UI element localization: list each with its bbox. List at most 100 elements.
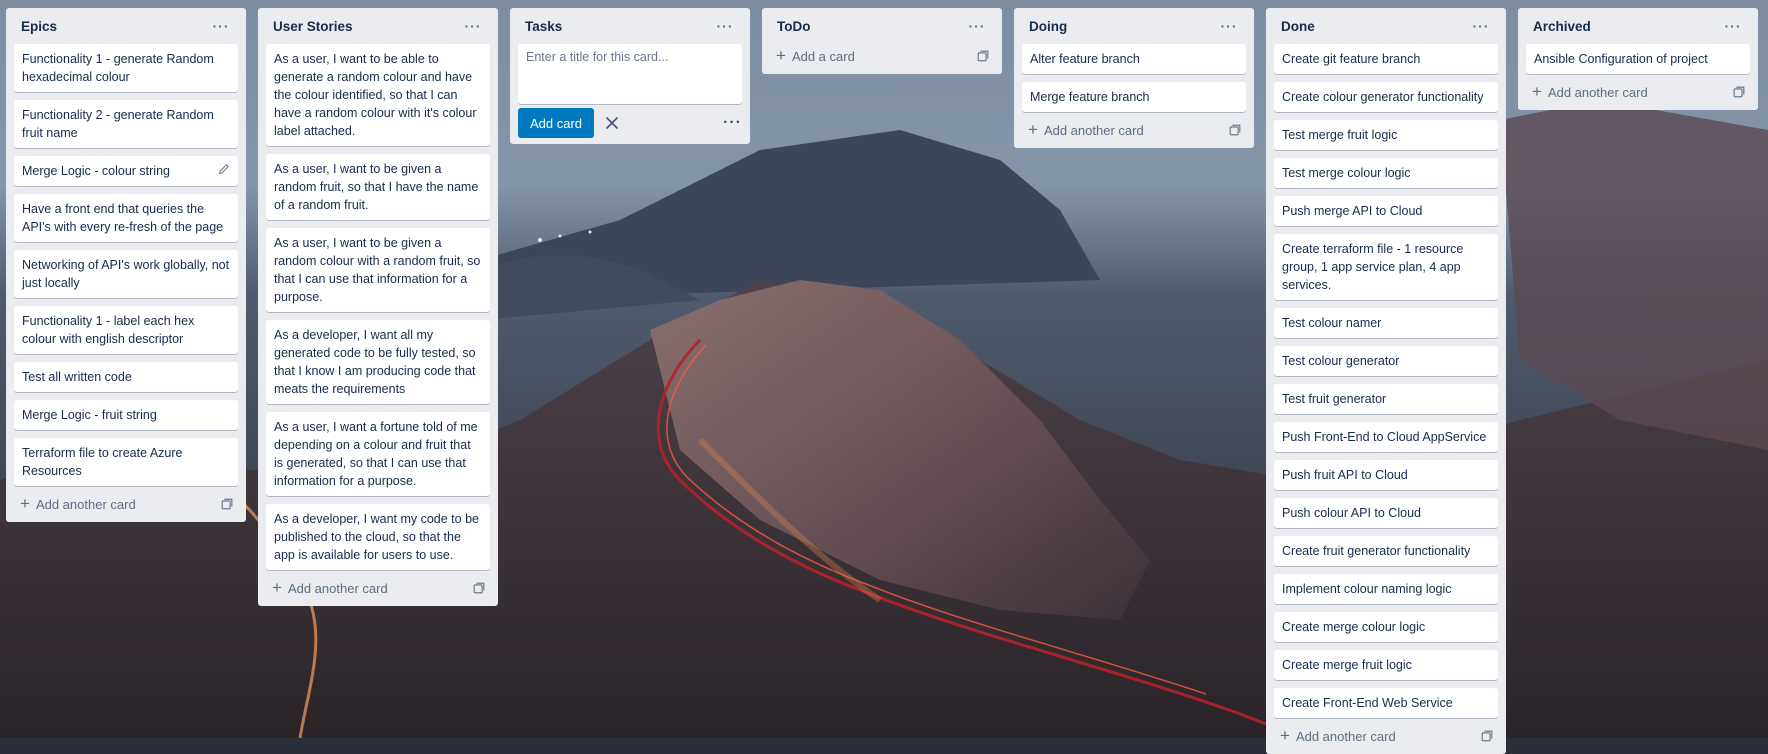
card-list: Ansible Configuration of project bbox=[1526, 44, 1750, 74]
ellipsis-icon[interactable]: ··· bbox=[1218, 16, 1240, 36]
card-template-icon[interactable] bbox=[1732, 85, 1746, 99]
add-card-label: Add a card bbox=[791, 48, 855, 64]
card[interactable]: Functionality 1 - generate Random hexade… bbox=[14, 44, 238, 92]
ellipsis-icon[interactable]: ··· bbox=[210, 16, 232, 36]
card[interactable]: Ansible Configuration of project bbox=[1526, 44, 1750, 74]
list-done: Done ··· Create git feature branch Creat… bbox=[1266, 8, 1506, 754]
card[interactable]: Merge feature branch bbox=[1022, 82, 1246, 112]
card[interactable]: Push merge API to Cloud bbox=[1274, 196, 1498, 226]
add-card-row: + Add another card bbox=[1274, 718, 1498, 754]
card[interactable]: Test merge colour logic bbox=[1274, 158, 1498, 188]
add-card-submit-button[interactable]: Add card bbox=[518, 108, 595, 138]
card-composer bbox=[518, 44, 742, 104]
add-card-button[interactable]: + Add a card bbox=[776, 46, 855, 65]
card[interactable]: Functionality 2 - generate Random fruit … bbox=[14, 100, 238, 148]
list-todo: ToDo ··· + Add a card bbox=[762, 8, 1002, 74]
card[interactable]: Create colour generator functionality bbox=[1274, 82, 1498, 112]
plus-icon: + bbox=[1532, 82, 1542, 101]
list-title[interactable]: Epics bbox=[21, 19, 57, 34]
list-title[interactable]: ToDo bbox=[777, 19, 811, 34]
card-list: Create git feature branch Create colour … bbox=[1274, 44, 1498, 718]
add-card-row: + Add another card bbox=[1022, 112, 1246, 148]
card[interactable]: Create fruit generator functionality bbox=[1274, 536, 1498, 566]
card[interactable]: Create terraform file - 1 resource group… bbox=[1274, 234, 1498, 300]
ellipsis-icon[interactable]: ··· bbox=[462, 16, 484, 36]
ellipsis-icon[interactable]: ··· bbox=[966, 16, 988, 36]
card-template-icon[interactable] bbox=[1228, 123, 1242, 137]
add-card-button[interactable]: + Add another card bbox=[272, 579, 388, 596]
list-header: User Stories ··· bbox=[266, 8, 490, 44]
add-card-button[interactable]: + Add another card bbox=[1028, 120, 1144, 139]
list-title[interactable]: Done bbox=[1281, 19, 1315, 34]
card[interactable]: As a developer, I want my code to be pub… bbox=[266, 504, 490, 570]
card[interactable]: Test colour generator bbox=[1274, 346, 1498, 376]
card[interactable]: Test merge fruit logic bbox=[1274, 120, 1498, 150]
add-card-button[interactable]: + Add another card bbox=[20, 494, 136, 513]
card-template-icon[interactable] bbox=[472, 581, 486, 595]
card[interactable]: Push colour API to Cloud bbox=[1274, 498, 1498, 528]
card-title-input[interactable] bbox=[526, 50, 734, 90]
card[interactable]: As a user, I want to be given a random c… bbox=[266, 228, 490, 312]
ellipsis-icon[interactable]: ··· bbox=[1722, 16, 1744, 36]
list-header: Done ··· bbox=[1274, 8, 1498, 44]
card[interactable]: As a user, I want a fortune told of me d… bbox=[266, 412, 490, 496]
card-template-icon[interactable] bbox=[976, 49, 990, 63]
card-list: Alter feature branch Merge feature branc… bbox=[1022, 44, 1246, 112]
list-header: Doing ··· bbox=[1022, 8, 1246, 44]
list-user-stories: User Stories ··· As a user, I want to be… bbox=[258, 8, 498, 606]
composer-controls: Add card ··· bbox=[518, 104, 742, 144]
card[interactable]: Create merge fruit logic bbox=[1274, 650, 1498, 680]
card[interactable]: Create Front-End Web Service bbox=[1274, 688, 1498, 718]
close-icon[interactable] bbox=[604, 115, 620, 131]
add-card-button[interactable]: + Add another card bbox=[1280, 726, 1396, 745]
card[interactable]: Implement colour naming logic bbox=[1274, 574, 1498, 604]
list-header: Archived ··· bbox=[1526, 8, 1750, 44]
list-title[interactable]: Archived bbox=[1533, 19, 1591, 34]
add-card-button[interactable]: + Add another card bbox=[1532, 82, 1648, 101]
ellipsis-icon[interactable]: ··· bbox=[1470, 16, 1492, 36]
card[interactable]: Functionality 1 - label each hex colour … bbox=[14, 306, 238, 354]
ellipsis-icon[interactable]: ··· bbox=[714, 16, 736, 36]
list-epics: Epics ··· Functionality 1 - generate Ran… bbox=[6, 8, 246, 522]
add-card-row: + Add a card bbox=[770, 38, 994, 74]
list-header: Epics ··· bbox=[14, 8, 238, 44]
card[interactable]: Push fruit API to Cloud bbox=[1274, 460, 1498, 490]
list-header: Tasks ··· bbox=[518, 8, 742, 44]
card[interactable]: Create merge colour logic bbox=[1274, 612, 1498, 642]
card[interactable]: Test fruit generator bbox=[1274, 384, 1498, 414]
ellipsis-icon[interactable]: ··· bbox=[723, 114, 742, 132]
card[interactable]: Have a front end that queries the API's … bbox=[14, 194, 238, 242]
pencil-icon[interactable] bbox=[217, 162, 231, 176]
card[interactable]: Push Front-End to Cloud AppService bbox=[1274, 422, 1498, 452]
card-hovered[interactable]: Merge Logic - colour string bbox=[14, 156, 238, 186]
list-title[interactable]: User Stories bbox=[273, 19, 353, 34]
card[interactable]: Terraform file to create Azure Resources bbox=[14, 438, 238, 486]
add-card-row: + Add another card bbox=[266, 570, 490, 606]
add-card-label: Add another card bbox=[1295, 728, 1396, 744]
plus-icon: + bbox=[1280, 726, 1290, 745]
list-doing: Doing ··· Alter feature branch Merge fea… bbox=[1014, 8, 1254, 148]
card[interactable]: Test colour namer bbox=[1274, 308, 1498, 338]
card[interactable]: As a user, I want to be given a random f… bbox=[266, 154, 490, 220]
card[interactable]: Test all written code bbox=[14, 362, 238, 392]
card-template-icon[interactable] bbox=[220, 497, 234, 511]
add-card-label: Add another card bbox=[1043, 122, 1144, 138]
add-card-label: Add another card bbox=[35, 496, 136, 512]
list-tasks: Tasks ··· Add card ··· bbox=[510, 8, 750, 144]
list-title[interactable]: Doing bbox=[1029, 19, 1067, 34]
plus-icon: + bbox=[776, 46, 786, 65]
card-list: As a user, I want to be able to generate… bbox=[266, 44, 490, 570]
card-template-icon[interactable] bbox=[1480, 729, 1494, 743]
card[interactable]: Create git feature branch bbox=[1274, 44, 1498, 74]
card[interactable]: As a developer, I want all my generated … bbox=[266, 320, 490, 404]
card[interactable]: As a user, I want to be able to generate… bbox=[266, 44, 490, 146]
add-card-row: + Add another card bbox=[14, 486, 238, 522]
plus-icon: + bbox=[1028, 120, 1038, 139]
list-archived: Archived ··· Ansible Configuration of pr… bbox=[1518, 8, 1758, 110]
card[interactable]: Networking of API's work globally, not j… bbox=[14, 250, 238, 298]
plus-icon: + bbox=[20, 494, 30, 513]
add-card-row: + Add another card bbox=[1526, 74, 1750, 110]
list-title[interactable]: Tasks bbox=[525, 19, 562, 34]
card[interactable]: Merge Logic - fruit string bbox=[14, 400, 238, 430]
card[interactable]: Alter feature branch bbox=[1022, 44, 1246, 74]
